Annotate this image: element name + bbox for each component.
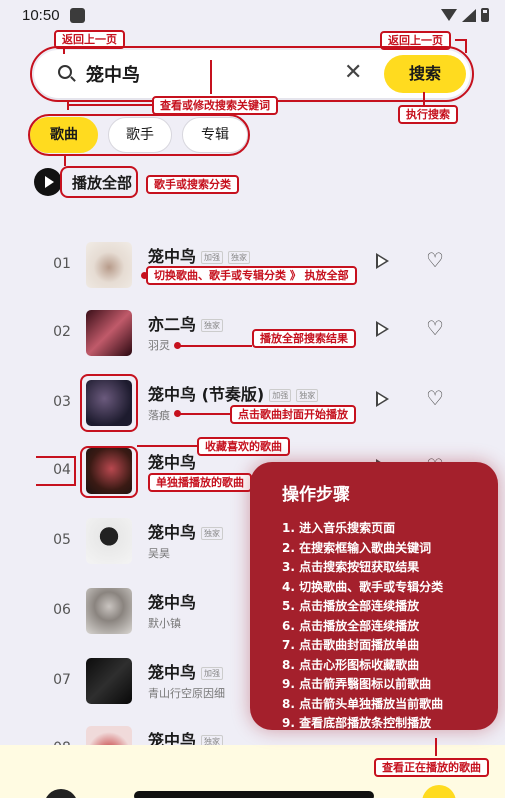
now-playing-cover[interactable] xyxy=(44,789,78,798)
annotation-cover-play: 点击歌曲封面开始播放 xyxy=(230,405,356,424)
step-item: 8. 点击箭头单独播放当前歌曲 xyxy=(282,696,444,711)
highlight-cover-04 xyxy=(80,446,138,498)
heart-icon[interactable]: ♡ xyxy=(426,250,444,270)
annotation-single-play: 单独播播放的歌曲 xyxy=(148,473,252,492)
annotation-line xyxy=(435,738,437,756)
status-time: 10:50 xyxy=(22,7,60,24)
annotation-dot xyxy=(141,272,148,279)
song-title: 笼中鸟 独家 xyxy=(148,727,224,746)
step-item: 5. 点击播放全部连续播放 xyxy=(282,599,420,613)
song-cover[interactable] xyxy=(86,518,132,564)
system-icons xyxy=(441,8,489,22)
highlight-cover-03 xyxy=(80,374,138,432)
app-notification-icon xyxy=(70,8,85,23)
step-item: 6. 点击播放全部连续播放 xyxy=(282,618,420,633)
step-item: 9. 查看底部播放条控制播放 xyxy=(282,716,432,730)
song-title: 笼中鸟 xyxy=(148,453,197,472)
annotation-line xyxy=(178,413,230,415)
song-index: 02 xyxy=(53,324,71,340)
signal-icon xyxy=(462,8,476,22)
annotation-favorite: 收藏喜欢的歌曲 xyxy=(197,437,290,456)
song-index: 06 xyxy=(53,602,71,618)
step-item: 9. 点击箭弄翳图标以前歌曲 xyxy=(282,677,432,691)
annotation-line xyxy=(67,104,153,106)
song-cover[interactable] xyxy=(86,658,132,704)
song-index: 01 xyxy=(53,256,71,272)
play-icon[interactable] xyxy=(376,253,389,269)
song-tag: 独家 xyxy=(228,251,251,264)
annotation-line xyxy=(465,39,467,53)
step-item: 4. 切换歌曲、歌手或专辑分类 xyxy=(282,579,444,594)
wifi-icon xyxy=(441,9,457,21)
play-all-icon xyxy=(34,168,62,196)
battery-icon xyxy=(481,8,489,22)
highlight-tabs xyxy=(28,114,250,156)
song-artist: 落痕 xyxy=(148,409,170,422)
song-tag: 独家 xyxy=(201,527,224,540)
song-index: 03 xyxy=(53,394,71,410)
annotation-line xyxy=(64,156,66,166)
song-cover[interactable] xyxy=(86,588,132,634)
annotation-line xyxy=(423,92,425,105)
play-icon[interactable] xyxy=(376,391,389,407)
playback-progress[interactable] xyxy=(134,791,374,798)
annotation-now-playing: 查看正在播放的歌曲 xyxy=(374,758,489,777)
annotation-switch: 切换歌曲、歌手或专辑分类 》 执放全部 xyxy=(146,266,357,285)
highlight-play-all xyxy=(60,166,138,198)
play-icon[interactable] xyxy=(376,321,389,337)
song-cover[interactable] xyxy=(86,310,132,356)
steps-title: 操作步骤 xyxy=(282,485,350,505)
heart-icon[interactable]: ♡ xyxy=(426,388,444,408)
annotation-line xyxy=(137,445,197,447)
step-item: 8. 点击心形图标收藏歌曲 xyxy=(282,657,420,672)
step-item: 2. 在搜索框输入歌曲关键词 xyxy=(282,540,432,555)
song-title: 笼中鸟 加强 独家 xyxy=(148,243,251,267)
song-artist: 青山行空原因细 xyxy=(148,687,225,700)
heart-icon[interactable]: ♡ xyxy=(426,318,444,338)
steps-panel: 操作步骤 1. 进入音乐搜索页面 2. 在搜索框输入歌曲关键词 3. 点击搜索按… xyxy=(250,462,498,730)
song-index: 07 xyxy=(53,672,71,688)
highlight-index-04 xyxy=(36,456,76,486)
song-artist: 默小镇 xyxy=(148,617,181,630)
play-pause-button[interactable] xyxy=(422,785,456,798)
song-index: 05 xyxy=(53,532,71,548)
song-cover[interactable] xyxy=(86,242,132,288)
status-bar: 10:50 xyxy=(0,0,505,32)
song-cover[interactable] xyxy=(86,726,132,746)
song-tag: 加强 xyxy=(201,251,224,264)
step-item: 1. 进入音乐搜索页面 xyxy=(282,521,396,535)
song-title: 亦二鸟 独家 xyxy=(148,311,224,335)
song-title: 笼中鸟 独家 xyxy=(148,519,224,543)
annotation-play-all-results: 播放全部搜索结果 xyxy=(252,329,356,348)
song-tag: 加强 xyxy=(201,667,224,680)
highlight-search-bar xyxy=(30,46,474,102)
step-item: 7. 点击歌曲封面播放单曲 xyxy=(282,638,420,652)
annotation-execute-search: 执行搜索 xyxy=(398,105,458,124)
song-artist: 羽灵 xyxy=(148,339,170,352)
song-title: 笼中鸟 加强 xyxy=(148,659,224,683)
step-item: 3. 点击搜索按钮获取结果 xyxy=(282,560,420,574)
song-tag: 独家 xyxy=(201,319,224,332)
annotation-category: 歌手或搜索分类 xyxy=(146,175,239,194)
annotation-line xyxy=(210,60,212,94)
song-title: 笼中鸟 xyxy=(148,593,197,612)
song-artist: 吴昊 xyxy=(148,547,170,560)
song-title: 笼中鸟 (节奏版) 加强 独家 xyxy=(148,381,319,405)
song-tag: 加强 xyxy=(269,389,292,402)
annotation-edit-keyword: 查看或修改搜索关键词 xyxy=(152,96,278,115)
steps-list: 1. 进入音乐搜索页面 2. 在搜索框输入歌曲关键词 3. 点击搜索按钮获取结果… xyxy=(282,519,482,734)
song-tag: 独家 xyxy=(296,389,319,402)
annotation-line xyxy=(178,345,252,347)
